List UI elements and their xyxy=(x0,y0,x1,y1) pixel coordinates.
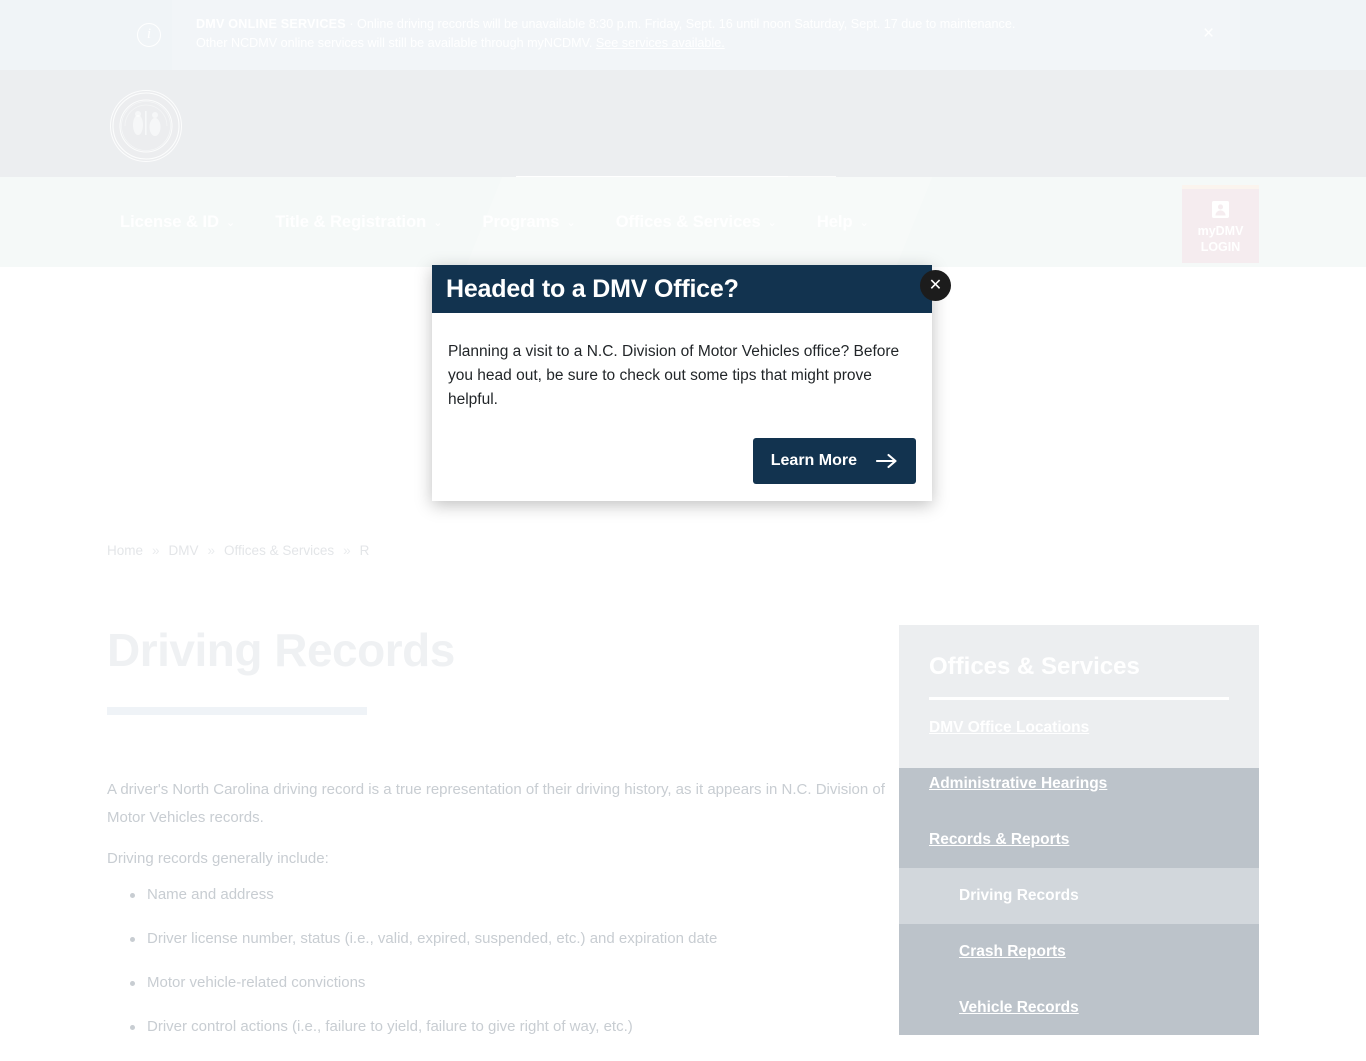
modal-message: Planning a visit to a N.C. Division of M… xyxy=(448,343,900,408)
breadcrumb-item-dmv[interactable]: DMV xyxy=(169,543,199,558)
state-seal-logo xyxy=(110,90,182,162)
page-root: i DMV ONLINE SERVICES · Online driving r… xyxy=(0,0,1366,1035)
mydmv-line1: myDMV xyxy=(1197,224,1244,238)
dmv-office-tips-modal: Headed to a DMV Office? ✕ Planning a vis… xyxy=(432,265,951,501)
nav-item-list: License & ID ⌄ Title & Registration ⌄ Pr… xyxy=(120,177,869,267)
info-circle-icon: i xyxy=(137,23,161,47)
sidebar-item-driving-records[interactable]: Driving Records xyxy=(899,868,1259,924)
chevron-down-icon: ⌄ xyxy=(433,216,443,229)
learn-more-label: Learn More xyxy=(770,452,857,469)
close-icon[interactable]: ✕ xyxy=(920,270,951,301)
nav-item-programs[interactable]: Programs ⌄ xyxy=(482,213,575,232)
alert-message: DMV ONLINE SERVICES · Online driving rec… xyxy=(196,15,1036,53)
sidebar-item-records-and-reports[interactable]: Records & Reports xyxy=(899,812,1259,868)
breadcrumb-item-offices-and-services[interactable]: Offices & Services xyxy=(224,543,334,558)
list-item: Driver license number, status (i.e., val… xyxy=(130,929,890,949)
breadcrumb-separator: » xyxy=(343,543,351,558)
sidebar-item-crash-reports[interactable]: Crash Reports xyxy=(899,924,1259,980)
list-item: Name and address xyxy=(130,885,890,905)
mydmv-line2: LOGIN xyxy=(1200,240,1241,254)
chevron-down-icon: ⌄ xyxy=(566,216,576,229)
breadcrumb-separator: » xyxy=(207,543,216,558)
nav-label: License & ID xyxy=(120,212,220,231)
site-alert-banner: i DMV ONLINE SERVICES · Online driving r… xyxy=(0,0,1366,70)
driving-record-contents-list: Name and address Driver license number, … xyxy=(130,885,890,1061)
nav-item-offices-and-services[interactable]: Offices & Services ⌄ xyxy=(616,213,777,232)
nav-item-title-and-registration[interactable]: Title & Registration ⌄ xyxy=(275,213,442,232)
breadcrumb-item-home[interactable]: Home xyxy=(107,543,143,558)
nav-label: Offices & Services xyxy=(615,212,761,231)
sidebar-item-dmv-office-locations[interactable]: DMV Office Locations xyxy=(899,700,1259,756)
site-header: NORTH CAROLINA The Official North Caroli… xyxy=(0,70,1366,216)
modal-body: Planning a visit to a N.C. Division of M… xyxy=(432,313,932,501)
arrow-right-icon xyxy=(876,453,897,469)
mydmv-login-button[interactable]: myDMV LOGIN xyxy=(1182,185,1259,263)
learn-more-button[interactable]: Learn More xyxy=(752,438,916,484)
sidebar-item-administrative-hearings[interactable]: Administrative Hearings xyxy=(899,756,1259,812)
list-item: Driver control actions (i.e., failure to… xyxy=(130,1017,890,1037)
breadcrumb-separator: » xyxy=(152,543,160,558)
main-navigation: License & ID ⌄ Title & Registration ⌄ Pr… xyxy=(0,177,1366,267)
alert-label: DMV ONLINE SERVICES xyxy=(196,17,346,31)
nav-label: Help xyxy=(816,212,853,231)
title-accent-rule xyxy=(107,707,367,715)
alert-separator: · xyxy=(345,17,358,31)
modal-title: Headed to a DMV Office? xyxy=(446,274,739,303)
nav-item-help[interactable]: Help ⌄ xyxy=(817,213,869,232)
user-account-icon xyxy=(1212,201,1229,218)
breadcrumb: Home » DMV » Offices & Services » R xyxy=(107,543,369,558)
page-title: Driving Records xyxy=(107,624,455,676)
intro-paragraph: A driver's North Carolina driving record… xyxy=(107,781,885,826)
nav-label: Programs xyxy=(482,212,560,231)
list-item: Motor vehicle-related convictions xyxy=(130,973,890,993)
nav-label: Title & Registration xyxy=(275,212,427,231)
chevron-down-icon: ⌄ xyxy=(767,216,777,229)
alert-close-icon[interactable]: × xyxy=(1203,24,1214,43)
modal-header: Headed to a DMV Office? xyxy=(432,265,932,313)
state-seal-icon xyxy=(112,92,180,160)
sidebar-item-vehicle-records[interactable]: Vehicle Records xyxy=(899,980,1259,1036)
breadcrumb-item-records[interactable]: R xyxy=(360,543,370,558)
chevron-down-icon: ⌄ xyxy=(226,216,236,229)
sidebar-heading: Offices & Services xyxy=(929,653,1140,680)
alert-services-link[interactable]: See services available. xyxy=(596,36,725,50)
list-intro-paragraph: Driving records generally include: xyxy=(107,850,329,867)
nav-item-license-and-id[interactable]: License & ID ⌄ xyxy=(120,213,235,232)
chevron-down-icon: ⌄ xyxy=(859,216,869,229)
section-sidebar: Offices & Services DMV Office Locations … xyxy=(899,625,1259,1035)
